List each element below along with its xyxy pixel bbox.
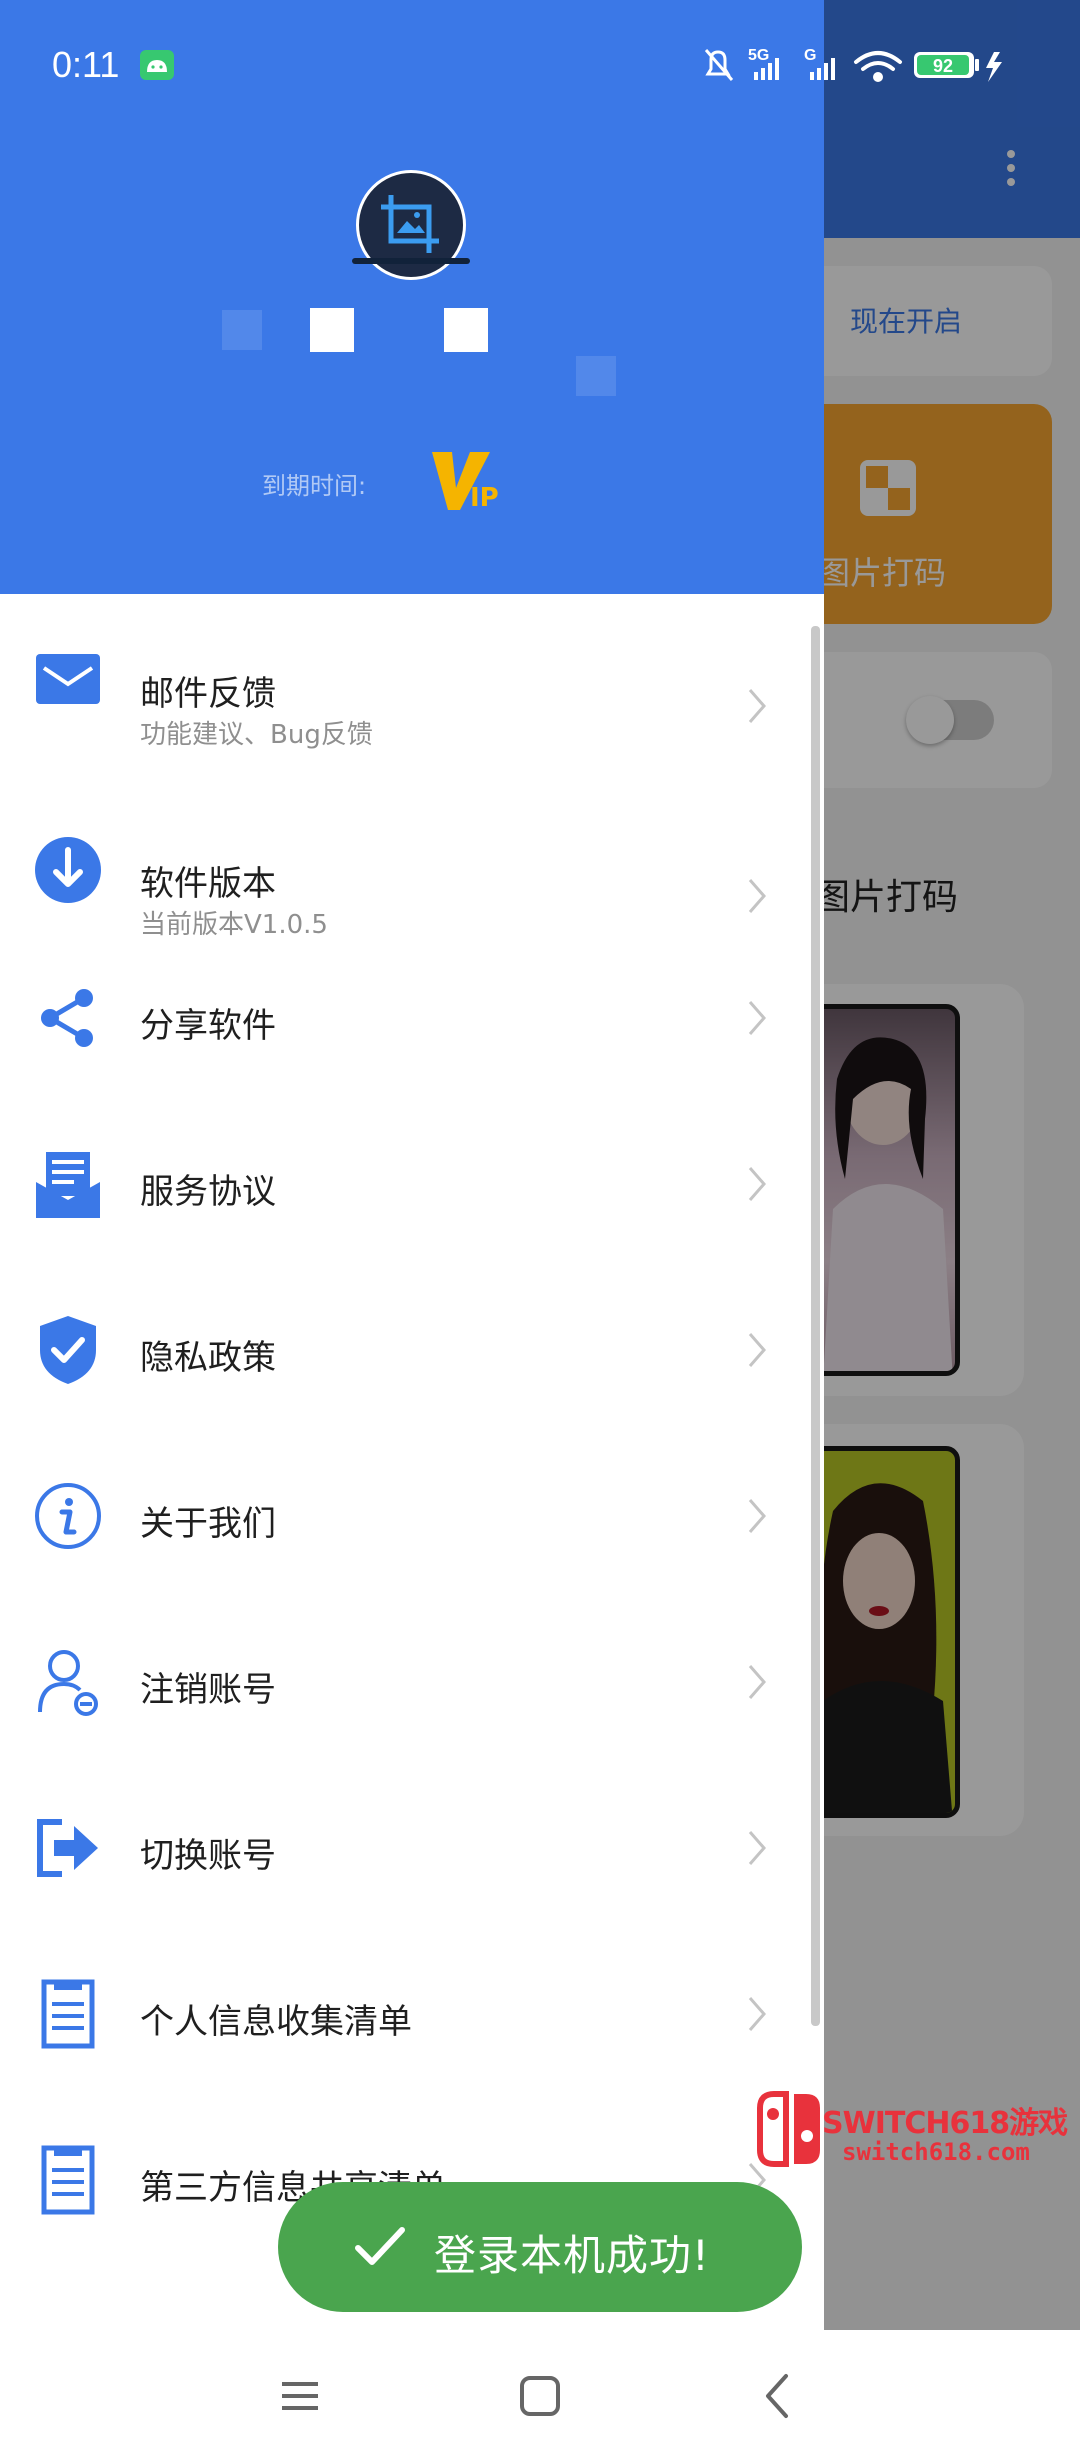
menu-item-title: 个人信息收集清单 [140,2002,412,2042]
network-5g-label: 5G [748,47,769,64]
menu-item-title: 切换账号 [140,1836,276,1876]
list-document-icon [41,1979,95,2049]
home-icon[interactable] [510,2366,570,2426]
nickname-pixel [444,308,488,352]
mail-icon [36,654,100,704]
switch-account-icon [37,1819,98,1877]
chevron-right-icon [748,689,766,723]
expire-time-label: 到期时间: [262,472,367,500]
menu-item-title: 邮件反馈 [140,674,276,714]
share-icon [41,989,93,1047]
mute-bell-icon [704,49,734,81]
chevron-right-icon [748,1997,766,2031]
svg-text:IP: IP [470,483,499,512]
charging-icon [986,52,1002,82]
android-notification-icon [140,50,174,80]
menu-item-title: 软件版本 [140,864,276,904]
network-g-label: G [804,47,816,64]
avatar-underline [352,258,470,264]
menu-item-delete-account[interactable]: 注销账号 [0,1614,824,1780]
menu-item-title: 隐私政策 [140,1338,276,1378]
shield-check-icon [40,1316,96,1384]
chevron-right-icon [748,1831,766,1865]
chevron-right-icon [748,1333,766,1367]
menu-item-switch-account[interactable]: 切换账号 [0,1780,824,1946]
download-icon [35,837,101,903]
battery-icon: 92 [914,52,979,78]
system-navigation-bar [0,2330,1080,2460]
vip-badge-icon: IP [432,452,499,512]
switch-logo-icon [757,2091,820,2167]
menu-item-title: 分享软件 [140,1006,276,1046]
success-toast: 登录本机成功! [278,2182,802,2312]
menu-item-title: 注销账号 [140,1670,276,1710]
wifi-icon [854,51,902,82]
status-icons: 5G G 92 [704,47,1002,82]
drawer-scrollbar[interactable] [811,626,820,2026]
user-remove-icon [38,1650,98,1716]
menu-item-title: 服务协议 [140,1172,276,1212]
agreement-icon [36,1152,100,1218]
menu-item-software-version[interactable]: 软件版本 当前版本V1.0.5 [0,784,824,950]
toast-message: 登录本机成功! [434,2231,710,2280]
status-time: 0:11 [52,44,120,85]
chevron-right-icon [748,879,766,913]
chevron-right-icon [748,1499,766,1533]
menu-item-title: 关于我们 [140,1504,276,1544]
menu-item-about-us[interactable]: 关于我们 [0,1448,824,1614]
menu-item-privacy-policy[interactable]: 隐私政策 [0,1282,824,1448]
checkmark-icon [355,2227,405,2265]
back-icon[interactable] [748,2366,808,2426]
menu-item-subtitle: 功能建议、Bug反馈 [140,720,373,750]
watermark-title: SWITCH618游戏 [822,2106,1068,2141]
watermark-url: switch618.com [842,2138,1030,2166]
menu-item-service-agreement[interactable]: 服务协议 [0,1116,824,1282]
menu-item-subtitle: 当前版本V1.0.5 [140,910,328,940]
menu-item-email-feedback[interactable]: 邮件反馈 功能建议、Bug反馈 [0,594,824,760]
nickname-pixel [222,310,262,350]
menu-recents-icon[interactable] [270,2366,330,2426]
chevron-right-icon [748,1665,766,1699]
menu-item-share[interactable]: 分享软件 [0,950,824,1116]
info-icon [35,1483,101,1549]
watermark: SWITCH618游戏 switch618.com [756,2090,1076,2170]
nickname-pixel [576,356,616,396]
list-document-icon [41,2145,95,2215]
chevron-right-icon [748,1001,766,1035]
menu-item-personal-info-list[interactable]: 个人信息收集清单 [0,1946,824,2112]
nickname-pixel [310,308,354,352]
navigation-drawer: 到期时间: IP 邮件反馈 功能建议、Bug反馈 软件版本 当前版本V1.0.5 [0,0,824,2330]
chevron-right-icon [748,1167,766,1201]
status-bar: 0:11 5G G 92 [0,0,1080,100]
battery-level: 92 [933,56,953,76]
